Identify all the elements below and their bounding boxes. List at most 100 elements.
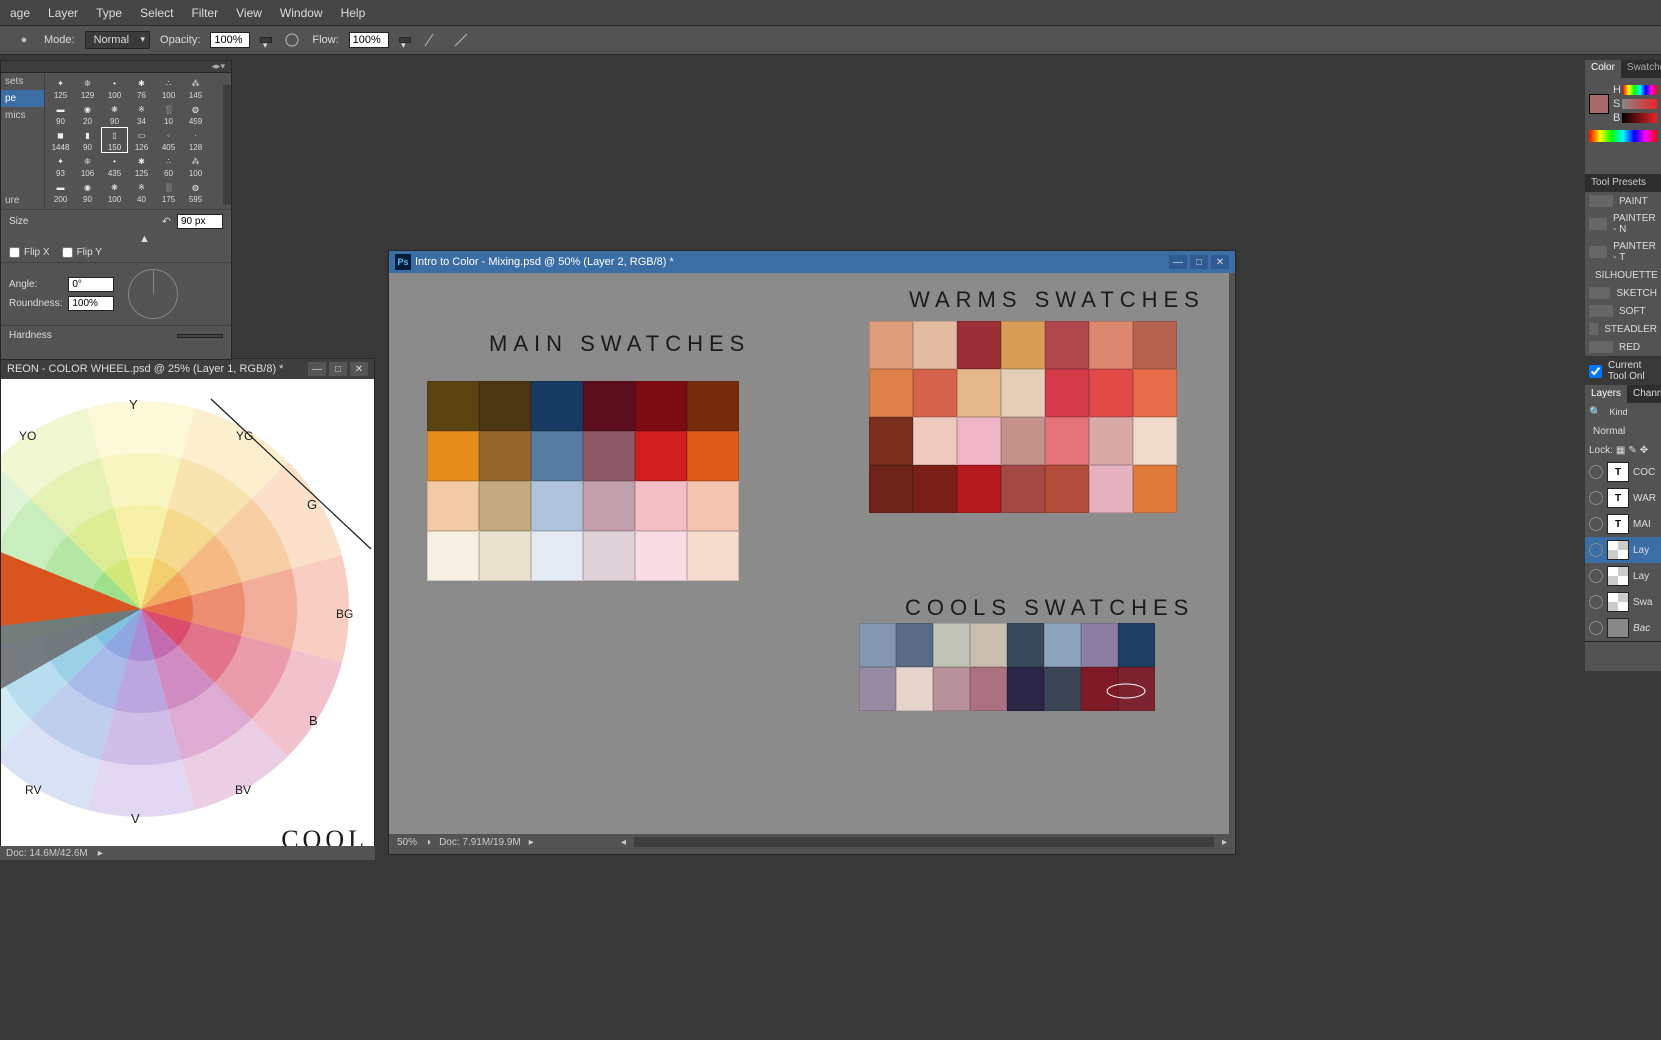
brush-thumbnail[interactable]: ▮90	[74, 127, 101, 153]
minimize-icon[interactable]: —	[1169, 255, 1187, 269]
menu-select[interactable]: Select	[134, 2, 179, 24]
color-wheel-canvas[interactable]: Y YO YG G BG B BV V RV COOL	[1, 379, 374, 857]
brush-thumbnail[interactable]: ✦93	[47, 153, 74, 179]
mix-hscroll-left-icon[interactable]: ◂	[621, 837, 626, 848]
brush-preset-icon[interactable]: ●	[14, 30, 34, 50]
layer-row[interactable]: Lay	[1585, 563, 1661, 589]
minimize-icon[interactable]: —	[308, 362, 326, 376]
layers-tab[interactable]: Layers	[1585, 385, 1627, 403]
channels-tab[interactable]: Channel	[1627, 385, 1661, 403]
current-tool-only-checkbox[interactable]	[1589, 365, 1602, 378]
brush-thumbnail[interactable]: ◍595	[182, 179, 209, 205]
bri-slider[interactable]	[1622, 113, 1657, 123]
mix-status-flyout-icon[interactable]: ▸	[529, 837, 534, 848]
color-wheel-titlebar[interactable]: REON - COLOR WHEEL.psd @ 25% (Layer 1, R…	[1, 359, 374, 379]
mix-zoom[interactable]: 50%	[397, 837, 417, 848]
brush-thumbnail[interactable]: ▯150	[101, 127, 128, 153]
tool-preset-item[interactable]: SOFT	[1585, 302, 1661, 320]
blend-mode-select[interactable]: Normal	[85, 31, 150, 49]
maximize-icon[interactable]: □	[1190, 255, 1208, 269]
lock-move-icon[interactable]: ✥	[1640, 445, 1648, 456]
layer-blend-select[interactable]: Normal	[1589, 424, 1657, 439]
layer-row[interactable]: Lay	[1585, 537, 1661, 563]
brush-thumbnail[interactable]: •435	[101, 153, 128, 179]
flip-x-checkbox[interactable]	[9, 247, 20, 258]
brush-thumbnail[interactable]: ░175	[155, 179, 182, 205]
visibility-toggle-icon[interactable]	[1589, 491, 1603, 505]
brush-thumbnail[interactable]: ∴100	[155, 75, 182, 101]
canvas-v-scrollbar[interactable]	[1229, 273, 1235, 834]
brush-category-item[interactable]: pe	[1, 90, 45, 107]
brush-thumbnail[interactable]: ▬90	[47, 101, 74, 127]
tool-preset-item[interactable]: PAINT	[1585, 192, 1661, 210]
menu-image[interactable]: age	[4, 2, 36, 24]
tablet-size-icon[interactable]	[451, 30, 471, 50]
angle-control[interactable]	[128, 269, 178, 319]
mixing-canvas[interactable]: WARMS SWATCHES MAIN SWATCHES COOLS SWATC…	[389, 273, 1235, 834]
tool-preset-item[interactable]: PAINTER - N	[1585, 210, 1661, 238]
brush-thumbnail[interactable]: ⁂100	[182, 153, 209, 179]
color-tab[interactable]: Color	[1585, 60, 1621, 78]
brush-thumbnail[interactable]: ·128	[182, 127, 209, 153]
brush-category-item[interactable]: sets	[1, 73, 45, 90]
angle-field[interactable]: 0°	[68, 277, 114, 292]
swatches-tab[interactable]: Swatches	[1621, 60, 1661, 78]
brush-grid-scrollbar[interactable]	[223, 85, 231, 205]
layer-filter-icon[interactable]: 🔍	[1589, 407, 1601, 418]
size-slider-handle[interactable]: ▲	[139, 233, 150, 245]
brush-thumbnail[interactable]: ✱125	[128, 153, 155, 179]
tool-preset-item[interactable]: SKETCH	[1585, 284, 1661, 302]
maximize-icon[interactable]: □	[329, 362, 347, 376]
foreground-color-swatch[interactable]	[1589, 94, 1609, 114]
brush-category-item[interactable]: mics	[1, 107, 45, 124]
visibility-toggle-icon[interactable]	[1589, 569, 1603, 583]
brush-thumbnail[interactable]: ░10	[155, 101, 182, 127]
hue-slider[interactable]	[1623, 85, 1657, 95]
tablet-opacity-icon[interactable]	[282, 30, 302, 50]
sat-slider[interactable]	[1622, 99, 1657, 109]
layer-row[interactable]: TMAI	[1585, 511, 1661, 537]
tool-preset-item[interactable]: SILHOUETTE	[1585, 266, 1661, 284]
visibility-toggle-icon[interactable]	[1589, 621, 1603, 635]
brush-category-item[interactable]	[1, 158, 45, 175]
mixing-titlebar[interactable]: PsIntro to Color - Mixing.psd @ 50% (Lay…	[389, 251, 1235, 273]
size-field[interactable]: 90 px	[177, 214, 223, 229]
close-icon[interactable]: ✕	[350, 362, 368, 376]
lock-transparent-icon[interactable]: ▦	[1616, 445, 1625, 456]
layer-row[interactable]: TCOC	[1585, 459, 1661, 485]
canvas-h-scrollbar[interactable]	[634, 837, 1214, 847]
brush-thumbnail[interactable]: ▬200	[47, 179, 74, 205]
brush-thumbnail[interactable]: ※40	[128, 179, 155, 205]
brush-thumbnail[interactable]: ◉20	[74, 101, 101, 127]
visibility-toggle-icon[interactable]	[1589, 517, 1603, 531]
brush-panel-flyout-icon[interactable]: ◂▸▾	[209, 61, 227, 72]
layer-row[interactable]: Swa	[1585, 589, 1661, 615]
brush-thumbnail[interactable]: ❊106	[74, 153, 101, 179]
flow-flyout[interactable]	[399, 37, 411, 43]
opacity-field[interactable]: 100%	[210, 32, 250, 48]
brush-category-item[interactable]	[1, 175, 45, 192]
flow-field[interactable]: 100%	[349, 32, 389, 48]
size-reset-icon[interactable]: ↶	[162, 215, 171, 228]
lock-brush-icon[interactable]: ✎	[1628, 445, 1636, 456]
brush-thumbnail[interactable]: •100	[101, 75, 128, 101]
brush-thumbnail[interactable]: ❋100	[101, 179, 128, 205]
brush-category-item[interactable]: ure	[1, 192, 45, 209]
visibility-toggle-icon[interactable]	[1589, 543, 1603, 557]
brush-thumbnail[interactable]: ◍459	[182, 101, 209, 127]
tool-presets-tab[interactable]: Tool Presets	[1585, 174, 1661, 192]
menu-window[interactable]: Window	[274, 2, 329, 24]
brush-thumbnail[interactable]: ✱76	[128, 75, 155, 101]
menu-filter[interactable]: Filter	[185, 2, 224, 24]
brush-thumbnail[interactable]: ◦405	[155, 127, 182, 153]
cw-status-flyout-icon[interactable]: ▸	[98, 848, 103, 859]
airbrush-icon[interactable]	[421, 30, 441, 50]
layer-row[interactable]: TWAR	[1585, 485, 1661, 511]
visibility-toggle-icon[interactable]	[1589, 465, 1603, 479]
brush-category-item[interactable]	[1, 124, 45, 141]
brush-thumbnail[interactable]: ✦125	[47, 75, 74, 101]
brush-thumbnail[interactable]: ❊129	[74, 75, 101, 101]
menu-layer[interactable]: Layer	[42, 2, 84, 24]
brush-thumbnail[interactable]: ∴60	[155, 153, 182, 179]
brush-thumbnail[interactable]: ⁂145	[182, 75, 209, 101]
